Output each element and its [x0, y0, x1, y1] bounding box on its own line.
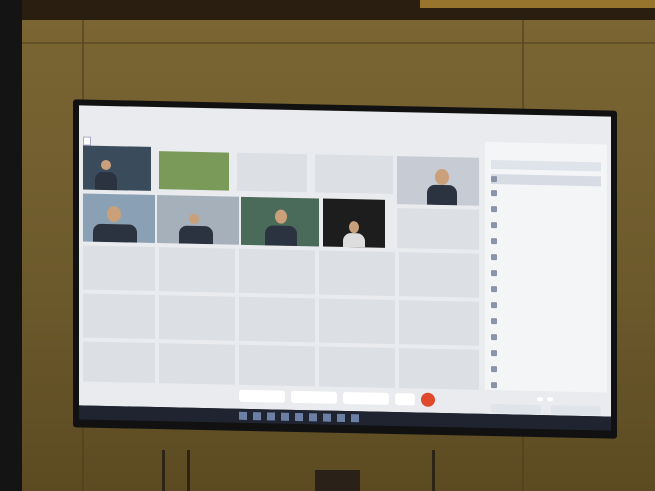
video-tile[interactable]	[83, 193, 155, 244]
participant-body	[93, 223, 137, 243]
panel-button[interactable]	[491, 404, 541, 415]
photo-left-edge	[0, 0, 22, 491]
video-tile[interactable]	[323, 198, 385, 248]
participant-tile[interactable]	[399, 300, 479, 346]
light-glow	[420, 0, 655, 8]
avatar	[491, 206, 497, 213]
participant-face	[435, 168, 449, 186]
participant-row[interactable]	[491, 252, 601, 264]
video-tile[interactable]	[241, 196, 319, 247]
participant-body	[179, 225, 213, 245]
participant-body	[95, 171, 117, 191]
participant-row[interactable]	[491, 284, 601, 296]
cable	[162, 450, 165, 491]
taskbar-icon[interactable]	[281, 412, 289, 421]
participant-row[interactable]	[491, 300, 601, 312]
participant-tile[interactable]	[83, 293, 155, 340]
meeting-toolbar	[239, 389, 435, 407]
participant-face	[349, 221, 359, 234]
video-button[interactable]	[291, 390, 337, 404]
participant-row[interactable]	[491, 364, 601, 376]
participant-row[interactable]	[491, 220, 601, 232]
participant-row[interactable]	[491, 236, 601, 248]
photo-top-edge	[0, 0, 655, 22]
cable	[432, 450, 435, 491]
avatar	[491, 190, 497, 197]
participant-tile[interactable]	[159, 343, 235, 385]
meeting-menubar	[83, 114, 111, 125]
participant-tile[interactable]	[319, 250, 395, 297]
participant-row[interactable]	[491, 348, 601, 360]
participant-search-input[interactable]	[491, 160, 601, 172]
participant-body	[427, 184, 457, 206]
participant-tile[interactable]	[239, 296, 315, 343]
participant-row[interactable]	[491, 332, 601, 344]
participant-tile[interactable]	[159, 295, 235, 341]
participant-tile[interactable]	[83, 245, 155, 292]
more-button[interactable]	[395, 393, 415, 406]
avatar	[491, 238, 497, 245]
participant-face	[101, 159, 111, 171]
television	[73, 99, 617, 439]
taskbar-icon[interactable]	[295, 412, 303, 422]
avatar	[491, 366, 497, 373]
participant-row[interactable]	[491, 380, 601, 392]
participant-body	[343, 232, 365, 248]
avatar	[491, 350, 497, 357]
participant-tile[interactable]	[319, 298, 395, 345]
participant-tile[interactable]	[239, 248, 315, 295]
tv-screen	[79, 105, 611, 417]
participant-row[interactable]	[491, 188, 601, 200]
participant-tile[interactable]	[397, 208, 479, 250]
participants-button[interactable]	[537, 397, 543, 402]
avatar	[491, 318, 497, 325]
taskbar-icon[interactable]	[239, 411, 247, 420]
taskbar-icon[interactable]	[267, 412, 275, 421]
video-tile[interactable]	[157, 195, 239, 245]
avatar	[491, 302, 497, 309]
participant-row[interactable]	[491, 268, 601, 280]
participant-face	[275, 209, 287, 224]
video-tile[interactable]	[83, 145, 151, 191]
taskbar-icon[interactable]	[309, 413, 317, 422]
avatar	[491, 176, 497, 183]
avatar	[491, 222, 497, 229]
participant-row[interactable]	[491, 316, 601, 328]
participant-face	[189, 213, 199, 224]
taskbar-icon[interactable]	[253, 412, 261, 421]
avatar	[491, 270, 497, 277]
avatar	[491, 382, 497, 389]
participant-row[interactable]	[491, 174, 601, 187]
cable	[187, 450, 190, 491]
participant-tile[interactable]	[159, 247, 235, 293]
avatar	[491, 254, 497, 261]
participant-body	[265, 225, 297, 246]
taskbar-icon[interactable]	[337, 413, 345, 422]
chat-button[interactable]	[547, 397, 553, 402]
panel-button[interactable]	[551, 405, 601, 416]
stand-block	[315, 470, 360, 491]
video-tile[interactable]	[159, 151, 229, 191]
participants-panel	[485, 141, 607, 416]
avatar	[491, 334, 497, 341]
mic-button[interactable]	[239, 389, 285, 403]
participant-row[interactable]	[491, 204, 601, 216]
wall-line	[22, 42, 655, 44]
avatar	[491, 286, 497, 293]
participant-tile[interactable]	[399, 252, 479, 298]
participant-face	[107, 206, 121, 223]
participant-tile[interactable]	[237, 152, 307, 193]
participant-tile[interactable]	[319, 346, 395, 389]
participant-tile[interactable]	[399, 348, 479, 390]
participant-tile[interactable]	[315, 154, 393, 195]
right-controls	[537, 397, 553, 402]
video-tile[interactable]	[397, 156, 479, 206]
taskbar-icon[interactable]	[351, 414, 359, 423]
taskbar-icon[interactable]	[323, 413, 331, 422]
participant-tile[interactable]	[239, 344, 315, 387]
meeting-tab[interactable]	[83, 136, 91, 146]
share-button[interactable]	[343, 391, 389, 405]
end-call-button[interactable]	[421, 392, 435, 407]
participant-tile[interactable]	[83, 341, 155, 384]
